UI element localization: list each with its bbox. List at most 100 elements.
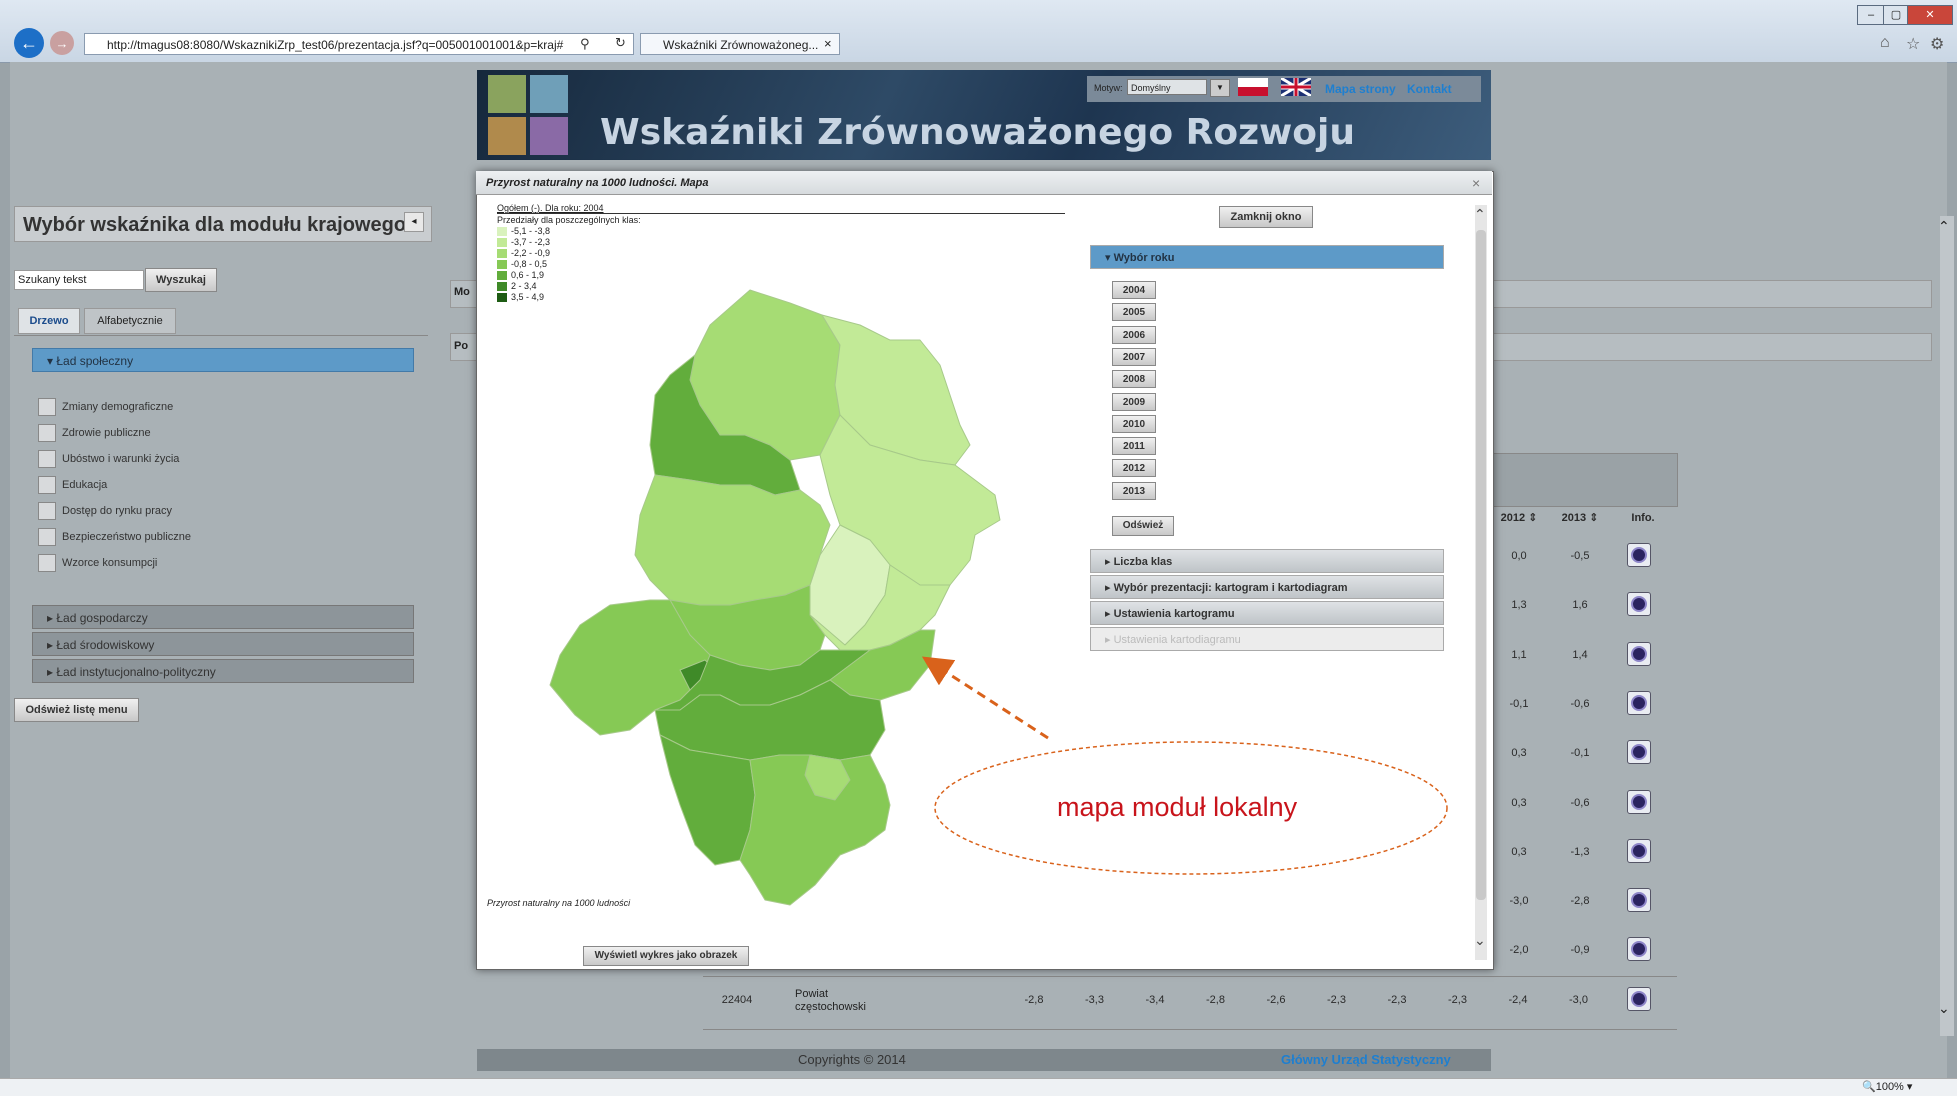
year-button[interactable]: 2006 [1112,325,1156,344]
info-icon[interactable] [1627,838,1651,863]
tree-item[interactable]: Zdrowie publiczne [38,424,238,443]
polish-flag-icon[interactable] [1238,78,1268,96]
table-cell: -0,1 [1570,747,1590,760]
modal-refresh-button[interactable]: Odśwież [1112,516,1174,536]
section-lad-spoleczny[interactable]: ▾ Ład społeczny [32,348,414,372]
modal-scroll-thumb[interactable] [1476,230,1486,900]
year-button[interactable]: 2013 [1112,481,1156,500]
chevron-down-icon[interactable]: ▼ [1210,79,1230,97]
copyright-text: Copyrights © 2014 [798,1052,906,1067]
info-icon[interactable] [1627,592,1651,617]
browser-tab[interactable]: Wskaźniki Zrównoważoneg... [640,33,840,55]
settings-gear-icon[interactable]: ⚙ [1930,34,1944,54]
year-button[interactable]: 2012 [1112,459,1156,478]
back-button[interactable]: ← [14,28,44,58]
refresh-icon[interactable]: ↻ [615,35,626,51]
panel-ustawienia-kartogramu[interactable]: ▸ Ustawienia kartogramu [1090,601,1444,625]
table-cell: -0,1 [1509,697,1529,710]
info-icon[interactable] [1627,690,1651,715]
info-icon[interactable] [1627,888,1651,913]
minimize-icon[interactable]: – [1857,5,1885,25]
info-icon[interactable] [1627,937,1651,962]
section-lad-instytucjonalny[interactable]: ▸ Ład instytucjonalno-polityczny [32,659,414,683]
site-map-link[interactable]: Mapa strony [1325,82,1396,96]
gus-link[interactable]: Główny Urząd Statystyczny [1281,1052,1451,1067]
legend-swatch [497,249,507,259]
year-button[interactable]: 2007 [1112,347,1156,366]
year-button[interactable]: 2009 [1112,392,1156,411]
triangle-right-icon: ▸ [1105,582,1114,594]
zoom-level[interactable]: 🔍100% ▾ [1862,1080,1912,1093]
stub-tab-po[interactable]: Po [454,340,468,352]
tab-drzewo[interactable]: Drzewo [18,308,80,334]
panel-liczba-klas[interactable]: ▸ Liczba klas [1090,549,1444,573]
panel-wybor-prezentacji[interactable]: ▸ Wybór prezentacji: kartogram i kartodi… [1090,575,1444,599]
section-lad-srodowiskowy[interactable]: ▸ Ład środowiskowy [32,632,414,656]
search-button[interactable]: Wyszukaj [145,268,217,292]
table-cell: -3,4 [1145,994,1165,1006]
stub-tab-mo[interactable]: Mo [454,286,470,298]
legend-item: 0,6 - 1,9 [497,270,550,281]
info-icon[interactable] [1627,789,1651,814]
year-button[interactable]: 2010 [1112,414,1156,433]
info-icon[interactable] [1627,987,1651,1011]
close-tab-icon[interactable]: × [824,36,832,51]
scroll-down-icon[interactable]: ⌄ [1938,1000,1950,1017]
collapse-panel-icon[interactable]: ◂ [404,212,424,232]
tree-item[interactable]: Zmiany demograficzne [38,398,238,417]
scroll-down-icon[interactable]: ⌄ [1474,932,1486,949]
map-header: Ogółem (-). Dla roku: 2004 [497,203,1065,214]
panel-label: Ustawienia kartodiagramu [1113,634,1241,646]
table-header-2012[interactable]: 2012 ⇕ [1488,508,1550,528]
contact-link[interactable]: Kontakt [1407,82,1452,96]
year-button[interactable]: 2005 [1112,303,1156,322]
info-icon[interactable] [1627,543,1651,567]
theme-select[interactable]: Domyślny [1127,79,1207,95]
tree-item[interactable]: Bezpieczeństwo publiczne [38,528,238,547]
home-icon[interactable]: ⌂ [1880,34,1890,52]
forward-button[interactable]: → [50,31,74,55]
table-cell: 1,1 [1511,648,1527,661]
info-icon[interactable] [1627,740,1651,765]
map-region[interactable] [634,474,831,606]
scroll-up-icon[interactable]: ⌃ [1938,218,1950,235]
table-cell: 1,6 [1572,599,1588,612]
scroll-up-icon[interactable]: ⌃ [1474,206,1486,223]
favorites-icon[interactable]: ☆ [1906,34,1920,54]
section-label: Ład instytucjonalno-polityczny [56,665,216,679]
info-icon[interactable] [1627,641,1651,666]
legend-label: -0,8 - 0,5 [511,259,548,269]
search-icon[interactable]: ⚲ [580,36,590,52]
year-button[interactable]: 2008 [1112,370,1156,389]
panel-ustawienia-kartodiagramu: ▸ Ustawienia kartodiagramu [1090,627,1444,651]
close-icon[interactable]: × [1472,175,1480,191]
legend-swatch [497,282,507,292]
page-scrollbar[interactable] [1940,216,1954,1036]
close-window-button[interactable]: Zamknij okno [1219,206,1313,228]
status-bar [0,1078,1957,1096]
section-lad-gospodarczy[interactable]: ▸ Ład gospodarczy [32,605,414,629]
table-cell: 0,3 [1511,845,1527,858]
year-button[interactable]: 2011 [1112,437,1156,456]
show-image-button[interactable]: Wyświetl wykres jako obrazek [583,946,749,966]
folder-icon [38,424,56,443]
refresh-menu-button[interactable]: Odśwież listę menu [14,698,139,722]
table-cell: -0,6 [1570,796,1590,809]
tree-item[interactable]: Ubóstwo i warunki życia [38,450,238,469]
legend-swatch [497,227,507,237]
close-window-icon[interactable]: ✕ [1907,5,1953,25]
tree-item-label: Zmiany demograficzne [62,401,174,413]
address-bar[interactable]: http://tmagus08:8080/WskaznikiZrp_test06… [84,33,634,55]
tree-item-label: Dostęp do rynku pracy [62,505,173,517]
uk-flag-icon[interactable] [1280,76,1312,98]
tree-item[interactable]: Edukacja [38,476,238,495]
maximize-icon[interactable]: ▢ [1883,5,1909,25]
tree-item[interactable]: Wzorce konsumpcji [38,554,238,573]
folder-icon [38,450,56,469]
tab-alfabetycznie[interactable]: Alfabetycznie [84,308,176,334]
year-section-header[interactable]: ▾ Wybór roku [1090,245,1444,269]
search-input[interactable]: Szukany tekst [14,270,144,290]
year-button[interactable]: 2004 [1112,281,1156,299]
tree-item[interactable]: Dostęp do rynku pracy [38,502,238,521]
table-header-2013[interactable]: 2013 ⇕ [1549,508,1611,528]
